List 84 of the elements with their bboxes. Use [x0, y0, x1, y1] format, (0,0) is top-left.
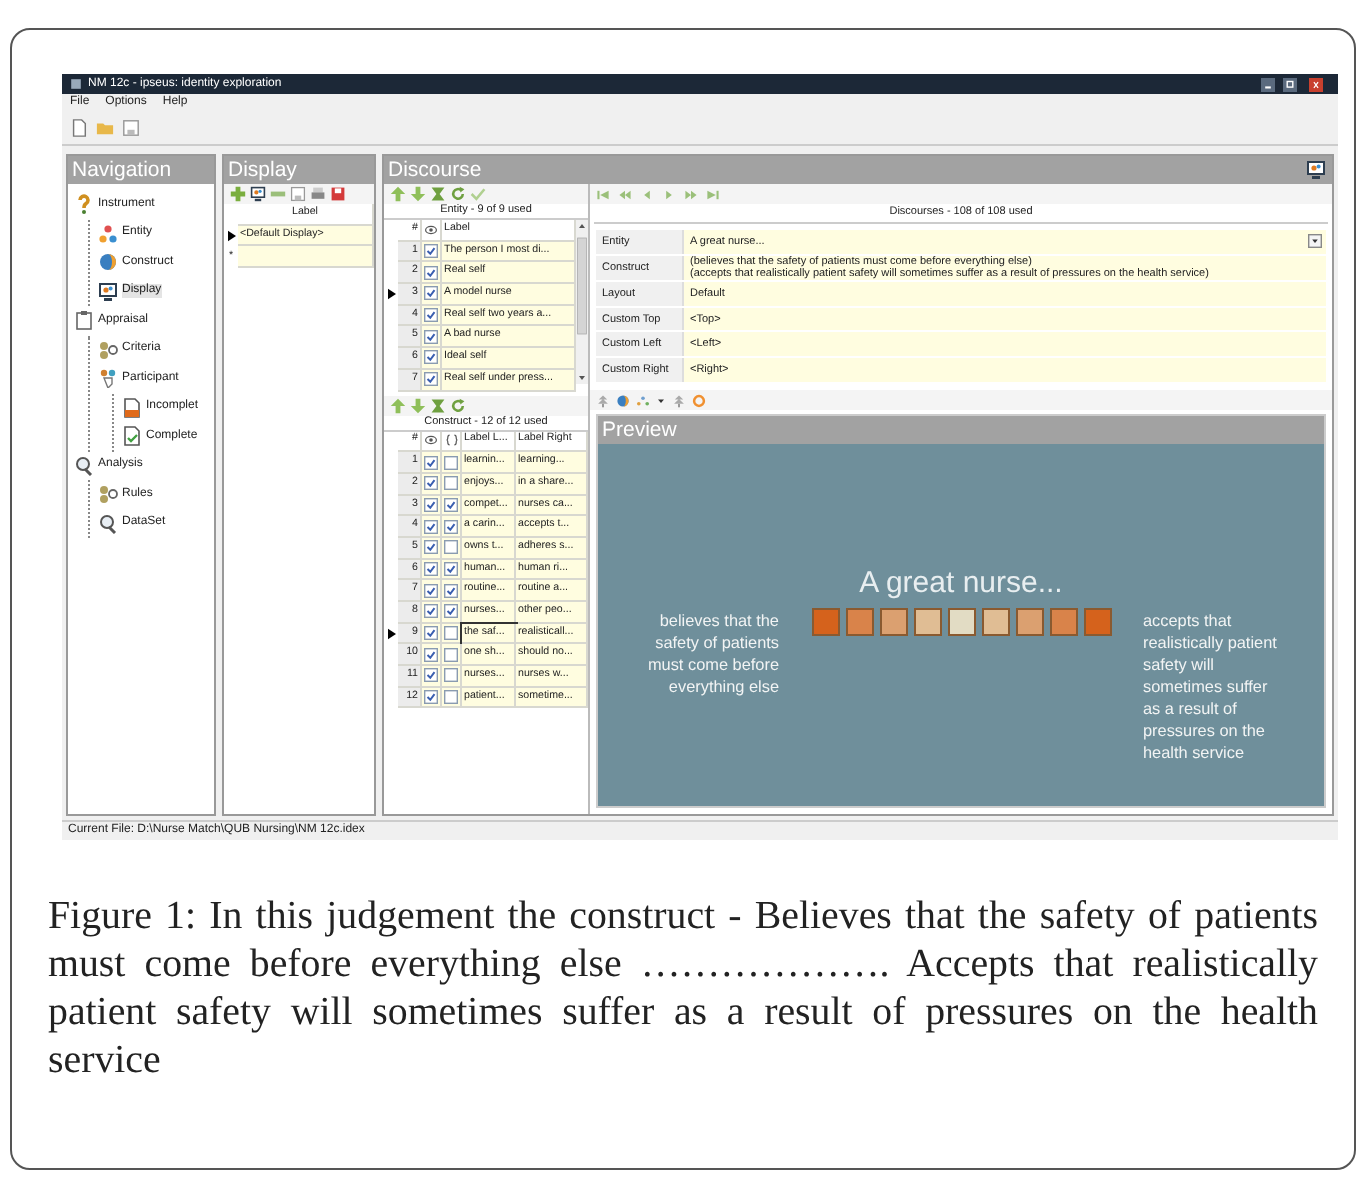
- checkbox[interactable]: [424, 350, 438, 365]
- checkbox[interactable]: [444, 626, 458, 641]
- checkbox[interactable]: [444, 540, 458, 555]
- checkbox[interactable]: [444, 519, 458, 534]
- checkbox[interactable]: [424, 626, 438, 641]
- dropdown-button[interactable]: [1308, 234, 1322, 249]
- monitor-icon: [98, 281, 118, 302]
- left-pole-text: believes that the safety of patients must come before everything else: [645, 609, 779, 698]
- monitor-icon[interactable]: [1306, 160, 1326, 180]
- checkbox[interactable]: [424, 668, 438, 683]
- checkbox[interactable]: [444, 583, 458, 598]
- up-arrow-icon[interactable]: [390, 186, 406, 202]
- figure-caption: Figure 1: In this judgement the construct - Believes that the safety of patients must come before everything else ………………. Accepts that realistically patient safety will sometimes suffer as a result of pressures on the health service: [48, 892, 1318, 1084]
- checkbox[interactable]: [444, 455, 458, 470]
- scale-square[interactable]: [1015, 607, 1043, 635]
- checkbox[interactable]: [424, 265, 438, 280]
- scale-square[interactable]: [879, 607, 907, 635]
- checkbox[interactable]: [424, 497, 438, 512]
- scale-square[interactable]: [913, 607, 941, 635]
- monitor-icon[interactable]: [250, 186, 266, 202]
- question-icon: [74, 194, 94, 215]
- right-pole-text: accepts that realistically patient safety will sometimes suffer as a result of pressures on the health service: [1143, 609, 1279, 764]
- ring-icon[interactable]: [692, 393, 706, 407]
- checkbox[interactable]: [424, 476, 438, 491]
- braces-icon: [445, 434, 457, 447]
- down-arrow-icon[interactable]: [410, 186, 426, 202]
- refresh-icon[interactable]: [450, 397, 466, 413]
- magnifier-icon: [98, 513, 118, 534]
- ball-icon[interactable]: [616, 393, 630, 407]
- checkbox[interactable]: [424, 604, 438, 619]
- checkbox[interactable]: [424, 286, 438, 301]
- dots-icon[interactable]: [636, 393, 650, 407]
- checkbox[interactable]: [444, 476, 458, 491]
- save-icon[interactable]: [122, 118, 140, 138]
- new-file-icon[interactable]: [70, 118, 88, 138]
- tree-icon[interactable]: [672, 393, 686, 407]
- refresh-icon[interactable]: [450, 186, 466, 202]
- checkbox[interactable]: [424, 308, 438, 323]
- eye-icon: [424, 434, 438, 447]
- minimize-button[interactable]: [1258, 77, 1278, 91]
- print-icon[interactable]: [310, 186, 326, 202]
- scale-square[interactable]: [1083, 607, 1111, 635]
- checkbox[interactable]: [444, 668, 458, 683]
- scale-square[interactable]: [845, 607, 873, 635]
- checkbox[interactable]: [424, 372, 438, 387]
- pagecheck-icon: [122, 426, 142, 447]
- checkbox[interactable]: [444, 647, 458, 662]
- scale-square[interactable]: [981, 607, 1009, 635]
- first-record-icon[interactable]: [596, 187, 610, 201]
- app-icon: [70, 78, 82, 90]
- panel-header: Navigation: [68, 156, 214, 184]
- clipboard-icon: [74, 310, 94, 331]
- checkbox[interactable]: [424, 540, 438, 555]
- checkbox[interactable]: [424, 455, 438, 470]
- checkbox[interactable]: [424, 244, 438, 259]
- ball-icon: [98, 252, 118, 273]
- up-arrow-icon[interactable]: [390, 397, 406, 413]
- maximize-button[interactable]: [1280, 77, 1300, 91]
- checkbox[interactable]: [424, 647, 438, 662]
- tree-icon[interactable]: [596, 393, 610, 407]
- checkbox[interactable]: [424, 690, 438, 705]
- magnifier-icon: [74, 455, 94, 476]
- checkbox[interactable]: [444, 690, 458, 705]
- new-row-cell[interactable]: [238, 246, 374, 269]
- panel-header: Preview: [598, 416, 1324, 444]
- down-arrow-icon[interactable]: [410, 397, 426, 413]
- checkbox[interactable]: [424, 583, 438, 598]
- panel-title: Discourse: [388, 156, 482, 184]
- last-record-icon[interactable]: [706, 187, 720, 201]
- checkbox[interactable]: [444, 604, 458, 619]
- save-icon[interactable]: [330, 186, 346, 202]
- scale-square[interactable]: [947, 607, 975, 635]
- checkbox[interactable]: [424, 561, 438, 576]
- checkbox[interactable]: [424, 519, 438, 534]
- save-icon[interactable]: [290, 186, 306, 202]
- scale-square[interactable]: [1049, 607, 1077, 635]
- preview-heading: A great nurse...: [859, 568, 1063, 601]
- checkbox[interactable]: [444, 561, 458, 576]
- scale-square[interactable]: [811, 607, 839, 635]
- checkmark-icon[interactable]: [470, 186, 486, 202]
- eye-icon: [424, 223, 438, 236]
- panel-header: Display: [224, 156, 374, 184]
- checkbox[interactable]: [444, 497, 458, 512]
- checkbox[interactable]: [424, 329, 438, 344]
